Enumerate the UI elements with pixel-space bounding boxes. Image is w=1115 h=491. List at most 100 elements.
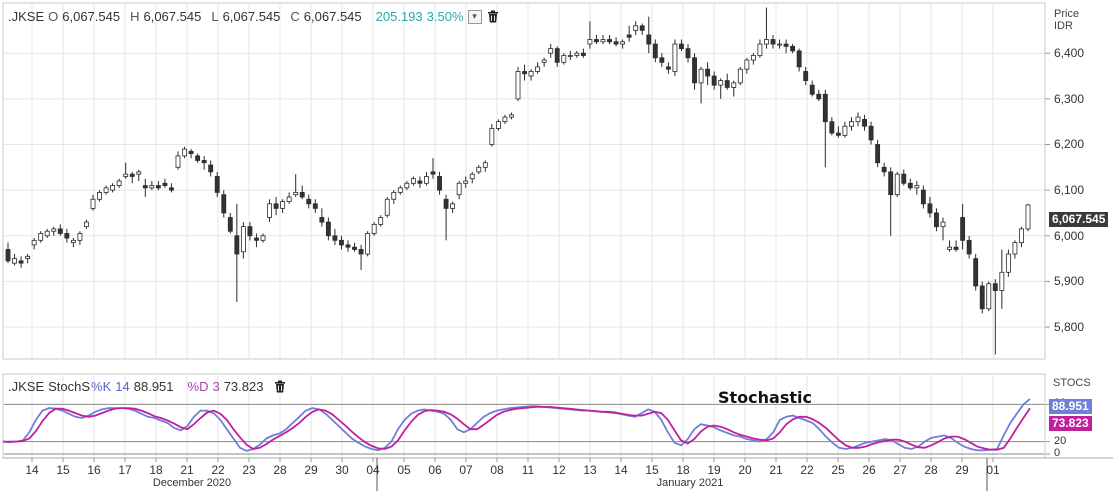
x-day-label: 26 <box>862 463 876 477</box>
stoch-tick-label: 20 <box>1054 434 1067 447</box>
candle-body <box>64 233 70 239</box>
candle-body <box>18 260 24 264</box>
chevron-down-icon[interactable]: ▾ <box>467 9 482 24</box>
candle-body <box>25 255 31 259</box>
trash-icon[interactable] <box>273 380 287 394</box>
x-day-label: 15 <box>645 463 659 477</box>
candle-body <box>1012 242 1018 255</box>
candle-body <box>175 155 181 168</box>
stoch-tick-label: 0 <box>1054 447 1061 459</box>
d-value: 73.823 <box>223 379 264 394</box>
candle-body <box>920 189 926 205</box>
price-header: .JKSE O 6,067.545 H 6,067.545 L 6,067.545 C… <box>8 9 500 24</box>
candle-body <box>38 233 44 241</box>
candle-body <box>829 121 835 134</box>
candle-body <box>371 223 377 234</box>
candle-body <box>554 48 560 63</box>
candle-body <box>456 182 462 196</box>
candle-body <box>901 173 907 184</box>
x-day-label: 14 <box>614 463 628 477</box>
candle-body <box>587 39 593 45</box>
candle-body <box>358 249 364 255</box>
candle-body <box>607 39 612 43</box>
candle-body <box>345 244 351 248</box>
candle-body <box>659 57 665 63</box>
candle-body <box>502 116 508 123</box>
candle-body <box>737 68 743 84</box>
candle-body <box>286 196 292 202</box>
candle-body <box>489 128 495 145</box>
x-day-label: 18 <box>676 463 690 477</box>
candle-body <box>960 217 966 241</box>
candle-body <box>685 48 691 59</box>
x-day-label: 12 <box>552 463 566 477</box>
candle-body <box>31 239 37 246</box>
candle-body <box>966 239 972 255</box>
candle-body <box>574 52 580 56</box>
stoch-axis-title: STOCS <box>1053 377 1091 389</box>
x-day-label: 06 <box>428 463 442 477</box>
candle-body <box>567 55 573 57</box>
candle-body <box>790 45 796 52</box>
candle-body <box>214 176 220 193</box>
candle-body <box>626 34 632 38</box>
x-day-label: 22 <box>800 463 814 477</box>
x-day-label: 20 <box>738 463 752 477</box>
price-tick-label: 6,100 <box>1054 183 1085 198</box>
x-day-label: 17 <box>118 463 132 477</box>
candle-body <box>1005 253 1011 273</box>
d-value-tag: 73.823 <box>1049 416 1092 431</box>
price-tick-label: 6,400 <box>1054 46 1085 61</box>
candle-body <box>672 43 678 72</box>
candle-body <box>613 41 619 45</box>
candle-body <box>378 217 384 225</box>
candle-body <box>162 182 168 186</box>
candle-body <box>312 203 318 209</box>
low-value: 6,067.545 <box>222 9 281 24</box>
candle-body <box>339 239 344 246</box>
candle-body <box>482 162 488 168</box>
candle-body <box>888 171 894 196</box>
candle-body <box>535 66 541 72</box>
candle-body <box>44 230 50 237</box>
candle-body <box>711 75 717 86</box>
d-period: 3 <box>212 379 220 394</box>
x-day-label: 07 <box>459 463 473 477</box>
x-day-label: 27 <box>893 463 907 477</box>
change-percent: 3.50% <box>426 9 464 24</box>
price-tick-label: 6,000 <box>1054 228 1085 243</box>
candle-body <box>208 164 214 173</box>
x-day-label: 21 <box>769 463 783 477</box>
candle-body <box>744 59 750 70</box>
trash-icon[interactable] <box>486 10 500 24</box>
x-month-label: December 2020 <box>152 477 232 489</box>
candle-body <box>430 171 436 175</box>
x-day-label: 30 <box>335 463 349 477</box>
candle-body <box>391 192 397 200</box>
candle-body <box>142 185 148 189</box>
candle-body <box>522 71 527 75</box>
candle-body <box>306 198 312 205</box>
candle-body <box>280 201 286 209</box>
candle-body <box>947 246 952 250</box>
candle-body <box>325 221 331 237</box>
candle-body <box>169 187 174 191</box>
candle-body <box>515 71 521 100</box>
stoch-symbol: .JKSE <box>8 379 45 394</box>
candle-body <box>979 285 985 310</box>
candle-body <box>57 228 63 234</box>
candle-body <box>999 271 1005 291</box>
k-label: %K <box>91 379 112 394</box>
candle-body <box>123 173 129 177</box>
candle-body <box>620 41 626 45</box>
candle-body <box>705 68 711 77</box>
candle-body <box>155 185 161 189</box>
price-tick-label: 5,900 <box>1054 274 1085 289</box>
candle-body <box>1025 204 1031 230</box>
candle-body <box>319 217 325 223</box>
x-day-label: 15 <box>56 463 70 477</box>
candle-body <box>116 180 122 186</box>
candle-body <box>84 221 89 228</box>
candle-body <box>803 71 809 81</box>
candle-body <box>397 187 403 193</box>
